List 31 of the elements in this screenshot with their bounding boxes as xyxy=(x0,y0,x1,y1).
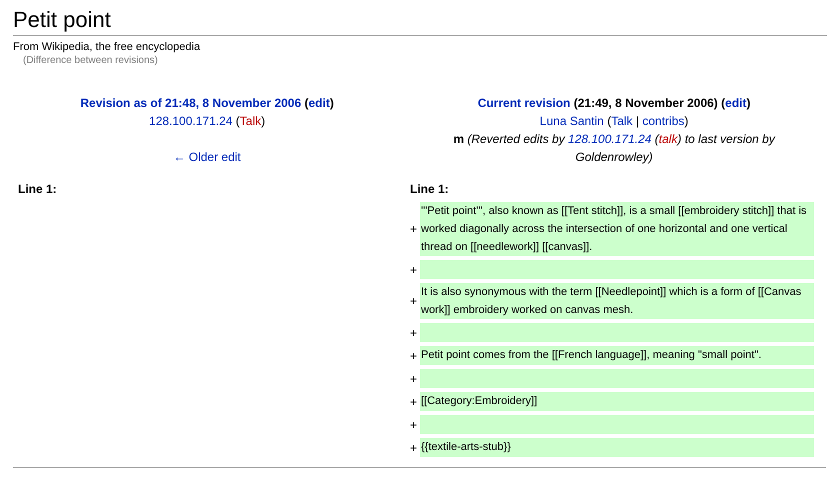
added-line-marker: + xyxy=(410,324,418,342)
link[interactable]: edit xyxy=(308,96,330,110)
added-line-marker: + xyxy=(410,221,418,238)
talk-link[interactable]: Talk xyxy=(240,114,262,128)
added-line-marker: + xyxy=(410,394,418,410)
older-edit-link[interactable]: ← Older edit xyxy=(173,148,241,166)
link[interactable]: Revision as of 21:48, 8 November 2006 xyxy=(80,96,302,110)
added-line-marker: + xyxy=(410,370,418,388)
edit-summary: m (Reverted edits by 128.100.171.24 (talk) to last version by Goldenrowley) xyxy=(452,131,776,166)
link[interactable]: contribs xyxy=(642,114,684,128)
link[interactable]: edit xyxy=(725,96,746,110)
talk-link[interactable]: talk xyxy=(658,132,678,146)
line-number-heading: Line 1: xyxy=(18,181,57,198)
added-line-marker: + xyxy=(410,262,418,278)
revision-heading: Current revision (21:49, 8 November 2006) (edit) xyxy=(478,95,750,112)
diff-subtitle: (Difference between revisions) xyxy=(23,54,158,68)
link[interactable]: 128.100.171.24 xyxy=(149,114,232,128)
line-number-heading: Line 1: xyxy=(410,181,449,198)
revision-heading: Revision as of 21:48, 8 November 2006 (edit) xyxy=(80,95,334,112)
revision-author: Luna Santin (Talk | contribs) xyxy=(540,113,688,130)
link[interactable]: Talk xyxy=(611,114,633,128)
link[interactable]: Luna Santin xyxy=(540,114,604,128)
added-line-marker: + xyxy=(410,293,418,310)
added-line-marker: + xyxy=(410,440,418,456)
added-line-marker: + xyxy=(410,416,418,434)
tagline: From Wikipedia, the free encyclopedia xyxy=(13,40,200,54)
link[interactable]: Current revision xyxy=(478,96,570,110)
link[interactable]: 128.100.171.24 xyxy=(568,132,652,146)
page-title: Petit point xyxy=(13,6,111,34)
revision-author: 128.100.171.24 (Talk) xyxy=(149,113,266,130)
added-line-marker: + xyxy=(410,348,418,364)
